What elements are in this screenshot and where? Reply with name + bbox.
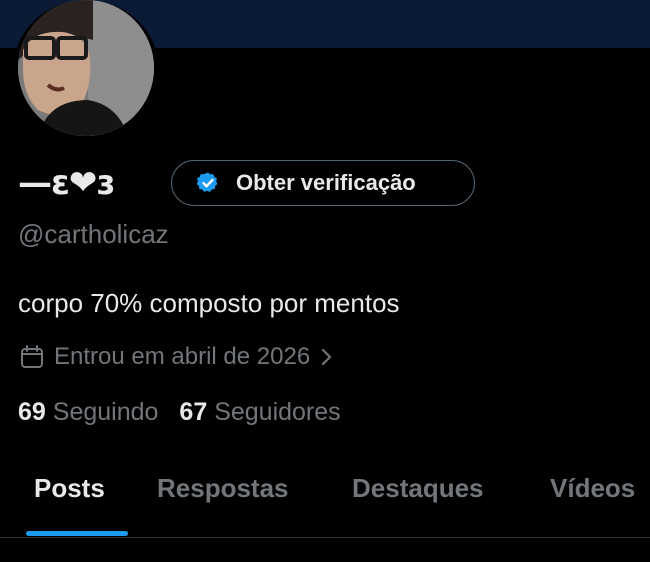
profile-stats: 69 Seguindo 67 Seguidores	[18, 398, 362, 427]
get-verified-button[interactable]: Obter verificação	[171, 160, 475, 206]
avatar[interactable]	[13, 0, 159, 140]
profile-bio: corpo 70% composto por mentos	[18, 288, 400, 318]
profile-tabs: Posts Respostas Destaques Vídeos	[0, 455, 650, 537]
tab-respostas[interactable]: Respostas	[157, 473, 289, 504]
calendar-icon	[21, 345, 43, 368]
following-link[interactable]: 69 Seguindo	[18, 398, 158, 427]
profile-handle: @cartholicaz	[18, 219, 169, 249]
tab-videos[interactable]: Vídeos	[550, 473, 635, 504]
following-count: 69	[18, 398, 46, 426]
tab-posts[interactable]: Posts	[34, 473, 105, 504]
tabs-divider	[0, 537, 650, 538]
followers-label: Seguidores	[214, 398, 341, 426]
tab-destaques[interactable]: Destaques	[352, 473, 484, 504]
active-tab-indicator	[26, 531, 128, 536]
followers-link[interactable]: 67 Seguidores	[179, 398, 340, 427]
following-label: Seguindo	[52, 398, 159, 426]
chevron-right-icon	[322, 348, 332, 366]
joined-date-label: Entrou em abril de 2026	[54, 343, 311, 370]
get-verified-label: Obter verificação	[236, 170, 416, 195]
avatar-photo	[18, 0, 154, 136]
display-name: —ɛ❤ɜ	[18, 163, 115, 203]
followers-count: 67	[179, 398, 208, 426]
joined-date[interactable]: Entrou em abril de 2026	[18, 340, 338, 374]
verified-badge-icon	[196, 172, 218, 192]
